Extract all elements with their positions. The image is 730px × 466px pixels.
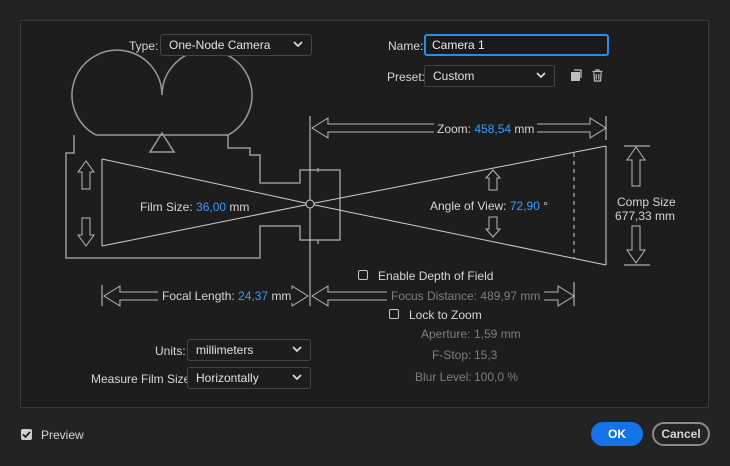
chevron-down-icon — [293, 41, 303, 48]
units-dropdown[interactable]: millimeters — [187, 339, 311, 361]
fstop-value: 15,3 — [474, 348, 498, 362]
type-value: One-Node Camera — [169, 38, 271, 52]
name-input[interactable]: Camera 1 — [424, 34, 609, 56]
focus-distance-label: Focus Distance: — [391, 289, 478, 303]
zoom-unit: mm — [514, 122, 535, 136]
chevron-down-icon — [536, 72, 546, 79]
angle-of-view-unit: ° — [543, 199, 549, 213]
zoom-label: Zoom: — [437, 122, 472, 136]
aperture-label: Aperture: — [421, 327, 471, 341]
preview-label: Preview — [41, 428, 84, 442]
focal-length-value[interactable]: 24,37 — [238, 289, 268, 303]
focus-distance-value: 489,97 mm — [480, 289, 541, 303]
lock-to-zoom-label: Lock to Zoom — [409, 308, 482, 322]
comp-size-value: 677,33 mm — [615, 209, 676, 223]
measure-film-size-dropdown[interactable]: Horizontally — [187, 367, 311, 389]
trash-icon[interactable] — [592, 69, 603, 82]
preset-dropdown[interactable]: Custom — [424, 65, 555, 87]
angle-of-view-label: Angle of View: — [430, 199, 507, 213]
cancel-button[interactable]: Cancel — [652, 422, 710, 446]
film-size-label: Film Size: — [140, 200, 193, 214]
name-value: Camera 1 — [432, 38, 485, 52]
chevron-down-icon — [292, 346, 302, 353]
blur-level-value: 100,0 % — [474, 370, 519, 384]
measure-film-size-label: Measure Film Size: — [91, 372, 194, 386]
blur-level-label: Blur Level: — [415, 370, 472, 384]
units-value: millimeters — [196, 343, 254, 357]
preview-checkbox[interactable] — [21, 429, 32, 440]
preset-label: Preset: — [387, 70, 426, 84]
fstop-label: F-Stop: — [432, 348, 472, 362]
film-size-readout: Film Size: 36,00 mm — [140, 200, 249, 214]
camera-diagram — [65, 49, 650, 307]
comp-size-label: Comp Size — [617, 195, 676, 209]
focal-length-label: Focal Length: — [162, 289, 235, 303]
film-size-value[interactable]: 36,00 — [196, 200, 226, 214]
zoom-readout: Zoom: 458,54 mm — [434, 122, 538, 136]
aperture-value: 1,59 mm — [474, 327, 521, 341]
checkmark-icon — [22, 431, 31, 439]
chevron-down-icon — [292, 374, 302, 381]
type-dropdown[interactable]: One-Node Camera — [160, 34, 312, 56]
measure-film-size-value: Horizontally — [196, 371, 259, 385]
focal-length-unit: mm — [271, 289, 292, 303]
depth-of-field-checkbox[interactable] — [358, 270, 368, 280]
angle-of-view-readout: Angle of View: 72,90 ° — [430, 199, 548, 213]
angle-of-view-value[interactable]: 72,90 — [510, 199, 540, 213]
ok-button[interactable]: OK — [591, 422, 643, 446]
film-size-unit: mm — [229, 200, 250, 214]
units-label: Units: — [155, 344, 186, 358]
type-label: Type: — [129, 39, 159, 53]
depth-of-field-label: Enable Depth of Field — [378, 269, 494, 283]
focus-distance-readout: Focus Distance: 489,97 mm — [387, 289, 545, 303]
preset-value: Custom — [433, 69, 475, 83]
focal-length-readout: Focal Length: 24,37 mm — [158, 289, 296, 303]
save-preset-icon[interactable] — [570, 69, 582, 82]
name-label: Name: — [388, 39, 424, 53]
lock-to-zoom-checkbox[interactable] — [389, 309, 399, 319]
zoom-value[interactable]: 458,54 — [474, 122, 511, 136]
